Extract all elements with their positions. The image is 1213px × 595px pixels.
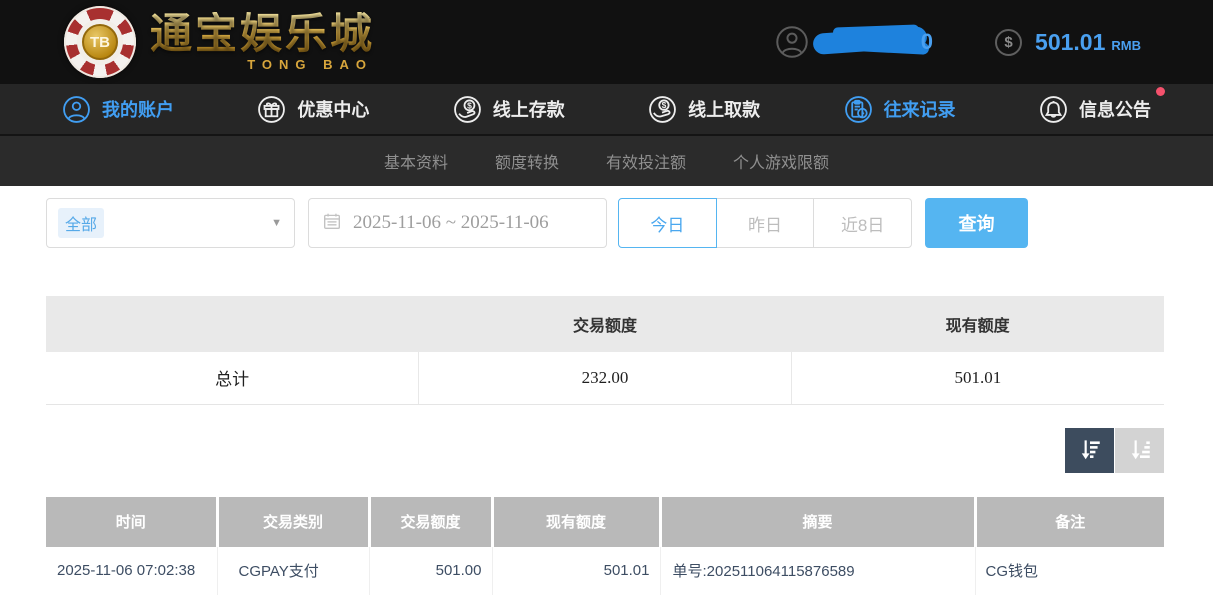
column-header-note[interactable]: 备注 [975,497,1164,547]
username-visible-tail: 0 [921,29,933,55]
chip-label: TB [82,24,118,60]
summary-transaction-amount: 232.00 [419,352,792,404]
dollar-icon: $ [995,29,1022,56]
table-row: 2025-11-06 07:02:38 CGPAY支付 501.00 501.0… [46,547,1164,595]
site-logo[interactable]: TB 通宝娱乐城 TONG BAO [64,6,375,78]
records-table: 时间 交易类别 交易额度 现有额度 摘要 备注 2025-11-06 07:02… [46,497,1164,595]
record-time: 2025-11-06 07:02:38 [46,547,217,595]
user-avatar-icon [775,25,809,59]
bell-icon [1039,95,1068,124]
subnav-item-quota-transfer[interactable]: 额度转换 [495,149,559,173]
column-header-balance[interactable]: 现有额度 [492,497,660,547]
range-button-yesterday[interactable]: 昨日 [716,198,815,248]
nav-label: 线上存款 [493,96,565,122]
nav-item-promotions[interactable]: 优惠中心 [257,95,369,124]
nav-label: 我的账户 [102,96,174,122]
deposit-icon: $ [453,95,482,124]
nav-label: 信息公告 [1079,96,1151,122]
summary-header-transaction-amount: 交易额度 [419,296,792,352]
summary-header-current-balance: 现有额度 [791,296,1164,352]
user-icon [62,95,91,124]
column-header-time[interactable]: 时间 [46,497,217,547]
brand-title-cn: 通宝娱乐城 [150,12,375,58]
sort-controls [46,428,1164,473]
sort-ascending-button[interactable] [1115,428,1164,473]
range-button-last8days[interactable]: 近8日 [813,198,912,248]
nav-item-deposit[interactable]: $ 线上存款 [453,95,565,124]
nav-label: 优惠中心 [297,96,369,122]
gift-icon [257,95,286,124]
main-nav: 我的账户 优惠中心 $ 线上存款 [0,84,1213,136]
summary-total-label: 总计 [46,352,419,404]
date-range-input[interactable]: 2025-11-06 ~ 2025-11-06 [308,198,607,248]
nav-label: 线上取款 [688,96,760,122]
top-header: TB 通宝娱乐城 TONG BAO 0 $ 501.01 RMB [0,0,1213,84]
range-button-today[interactable]: 今日 [618,198,717,248]
nav-item-withdraw[interactable]: $ 线上取款 [648,95,760,124]
svg-text:$: $ [467,100,472,110]
subnav-item-game-limits[interactable]: 个人游戏限额 [733,149,829,173]
date-range-value: 2025-11-06 ~ 2025-11-06 [353,212,549,234]
summary-total-row: 总计 232.00 501.01 [46,352,1164,404]
transaction-type-dropdown[interactable]: 全部 ▼ [46,198,295,248]
record-balance: 501.01 [492,547,660,595]
quick-range-group: 今日 昨日 近8日 [618,198,912,248]
subnav-item-valid-bets[interactable]: 有效投注额 [606,149,686,173]
column-header-type[interactable]: 交易类别 [217,497,369,547]
withdraw-icon: $ [648,95,677,124]
user-account-area[interactable]: 0 [775,25,933,59]
column-header-amount[interactable]: 交易额度 [369,497,492,547]
content: 全部 ▼ 2025-11-06 ~ 2025-11-06 今日 昨日 近8日 查 [0,186,1213,595]
censored-username-scribble [813,25,931,59]
query-button[interactable]: 查询 [925,198,1028,248]
brand-title-en: TONG BAO [247,57,373,72]
records-icon [844,95,873,124]
nav-item-my-account[interactable]: 我的账户 [62,95,174,124]
nav-label: 往来记录 [884,96,956,122]
balance-area[interactable]: $ 501.01 RMB [995,29,1141,56]
selected-type-chip: 全部 [58,208,104,238]
balance-currency: RMB [1111,32,1141,53]
casino-chip-icon: TB [64,6,136,78]
sub-nav: 基本资料 额度转换 有效投注额 个人游戏限额 [0,136,1213,186]
record-note: CG钱包 [975,547,1164,595]
column-header-summary[interactable]: 摘要 [660,497,975,547]
record-amount: 501.00 [369,547,492,595]
notification-dot [1156,87,1165,96]
filter-row: 全部 ▼ 2025-11-06 ~ 2025-11-06 今日 昨日 近8日 查 [46,198,1164,248]
summary-header-blank [46,296,419,352]
sort-descending-button[interactable] [1065,428,1114,473]
summary-current-balance: 501.01 [791,352,1164,404]
subnav-item-profile[interactable]: 基本资料 [384,149,448,173]
nav-item-records[interactable]: 往来记录 [844,95,956,124]
record-type: CGPAY支付 [217,547,369,595]
sort-ascending-icon [1127,436,1153,465]
record-summary: 单号:202511064115876589 [660,547,975,595]
balance-amount: 501.01 [1035,29,1105,56]
chevron-down-icon: ▼ [271,217,282,229]
logo-text: 通宝娱乐城 TONG BAO [150,12,375,72]
calendar-icon [323,212,341,235]
nav-item-announcements[interactable]: 信息公告 [1039,95,1151,124]
sort-descending-icon [1077,436,1103,465]
svg-text:$: $ [662,100,667,110]
summary-table: 交易额度 现有额度 总计 232.00 501.01 [46,296,1164,405]
